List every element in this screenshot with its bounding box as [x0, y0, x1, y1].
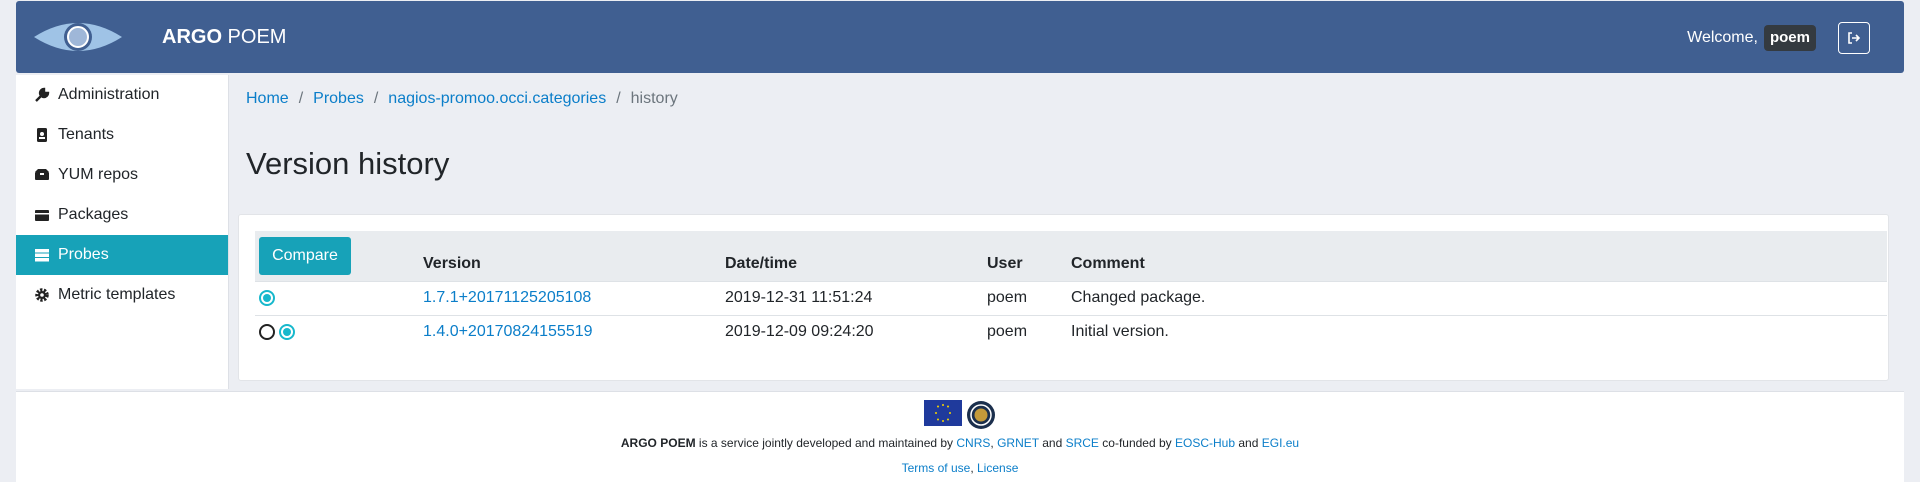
footer-link-license[interactable]: License: [977, 461, 1018, 475]
breadcrumb-separator: /: [616, 90, 621, 107]
version-link[interactable]: 1.7.1+20171125205108: [423, 289, 591, 306]
sidebar-item-yum-repos[interactable]: YUM repos: [16, 155, 228, 195]
breadcrumb: Home / Probes / nagios-promoo.occi.categ…: [246, 89, 678, 109]
radio-cell: [255, 314, 423, 349]
eu-flag-icon: [924, 400, 962, 426]
version-link[interactable]: 1.4.0+20170824155519: [423, 323, 593, 340]
sign-out-icon: [1848, 32, 1861, 44]
user-cell: poem: [987, 314, 1071, 349]
top-navbar: ARGO POEM Welcome, poem: [16, 1, 1904, 73]
boxes-icon: [34, 167, 50, 183]
compare-radio-a[interactable]: [259, 289, 275, 306]
table-row: 1.4.0+20170824155519 2019-12-09 09:24:20…: [255, 314, 1887, 349]
footer-link-terms[interactable]: Terms of use: [902, 461, 971, 475]
id-badge-icon: [34, 127, 50, 143]
breadcrumb-separator: /: [298, 90, 304, 107]
sidebar-item-label: Packages: [58, 206, 129, 223]
breadcrumb-current: history: [630, 90, 678, 107]
version-cell: 1.4.0+20170824155519: [423, 314, 725, 349]
sidebar: Administration Tenants YUM repos Package…: [16, 75, 229, 389]
footer-brand: ARGO POEM: [620, 436, 696, 450]
footer-separator: ,: [970, 461, 977, 475]
page-title: Version history: [246, 146, 450, 181]
version-cell: 1.7.1+20171125205108: [423, 280, 725, 315]
footer-legal: Terms of use, License: [16, 461, 1904, 475]
app-brand[interactable]: ARGO POEM: [162, 25, 286, 49]
footer-text: is a service jointly developed and maint…: [695, 436, 957, 450]
user-cell: poem: [987, 280, 1071, 315]
breadcrumb-probes[interactable]: Probes: [313, 89, 364, 109]
footer-logos: [924, 400, 996, 430]
column-header-comment: Comment: [1071, 254, 1145, 272]
datetime-cell: 2019-12-31 11:51:24: [725, 280, 987, 315]
footer-link-grnet[interactable]: GRNET: [997, 436, 1039, 450]
history-card: Compare Version Date/time User Comment 1…: [238, 214, 1889, 381]
comment-cell: Changed package.: [1071, 280, 1887, 315]
compare-button[interactable]: Compare: [259, 236, 351, 275]
cog-icon: [34, 287, 50, 303]
footer-comma: ,: [990, 436, 994, 450]
footer-credits: ARGO POEM is a service jointly developed…: [16, 436, 1904, 450]
sidebar-item-label: Metric templates: [58, 286, 176, 303]
sidebar-item-label: Probes: [58, 246, 109, 263]
sidebar-item-tenants[interactable]: Tenants: [16, 115, 228, 155]
welcome-label: Welcome,: [1687, 29, 1758, 46]
datetime-cell: 2019-12-09 09:24:20: [725, 314, 987, 349]
wrench-icon: [34, 87, 50, 103]
sidebar-item-metric-templates[interactable]: Metric templates: [16, 275, 228, 315]
sidebar-item-label: Administration: [58, 86, 160, 103]
table-header-row: Compare Version Date/time User Comment: [255, 231, 1887, 281]
version-history-table: Compare Version Date/time User Comment 1…: [255, 231, 1887, 349]
comment-cell: Initial version.: [1071, 314, 1887, 349]
column-header-datetime: Date/time: [725, 254, 798, 272]
breadcrumb-separator: /: [373, 90, 379, 107]
server-icon: [34, 247, 50, 263]
sidebar-item-packages[interactable]: Packages: [16, 195, 228, 235]
egi-logo-icon: [967, 401, 995, 429]
username-badge: poem: [1763, 25, 1816, 51]
compare-radio-b[interactable]: [279, 324, 295, 341]
argo-eye-logo: [34, 23, 122, 51]
compare-radio-a[interactable]: [259, 324, 275, 341]
sidebar-item-label: Tenants: [58, 126, 115, 143]
table-row: 1.7.1+20171125205108 2019-12-31 11:51:24…: [255, 280, 1887, 315]
welcome-message: Welcome, poem: [1687, 25, 1816, 51]
footer-link-srce[interactable]: SRCE: [1066, 436, 1099, 450]
logout-button[interactable]: [1838, 22, 1870, 54]
breadcrumb-home[interactable]: Home: [246, 89, 289, 109]
compare-header-cell: Compare: [255, 231, 423, 281]
footer-link-cnrs[interactable]: CNRS: [956, 436, 990, 450]
breadcrumb-probe-name[interactable]: nagios-promoo.occi.categories: [388, 89, 606, 109]
footer-and: and: [1038, 436, 1066, 450]
radio-cell: [255, 280, 423, 315]
footer-cofunded: co-funded by: [1098, 436, 1175, 450]
column-header-version: Version: [423, 254, 481, 272]
footer: ARGO POEM is a service jointly developed…: [16, 391, 1904, 482]
sidebar-item-administration[interactable]: Administration: [16, 75, 228, 115]
sidebar-item-probes[interactable]: Probes: [16, 235, 228, 275]
sidebar-item-label: YUM repos: [58, 166, 139, 183]
box-icon: [34, 207, 50, 223]
footer-link-egi[interactable]: EGI.eu: [1262, 436, 1299, 450]
column-header-user: User: [987, 254, 1023, 272]
footer-and: and: [1235, 436, 1262, 450]
footer-link-eosc-hub[interactable]: EOSC-Hub: [1175, 436, 1235, 450]
